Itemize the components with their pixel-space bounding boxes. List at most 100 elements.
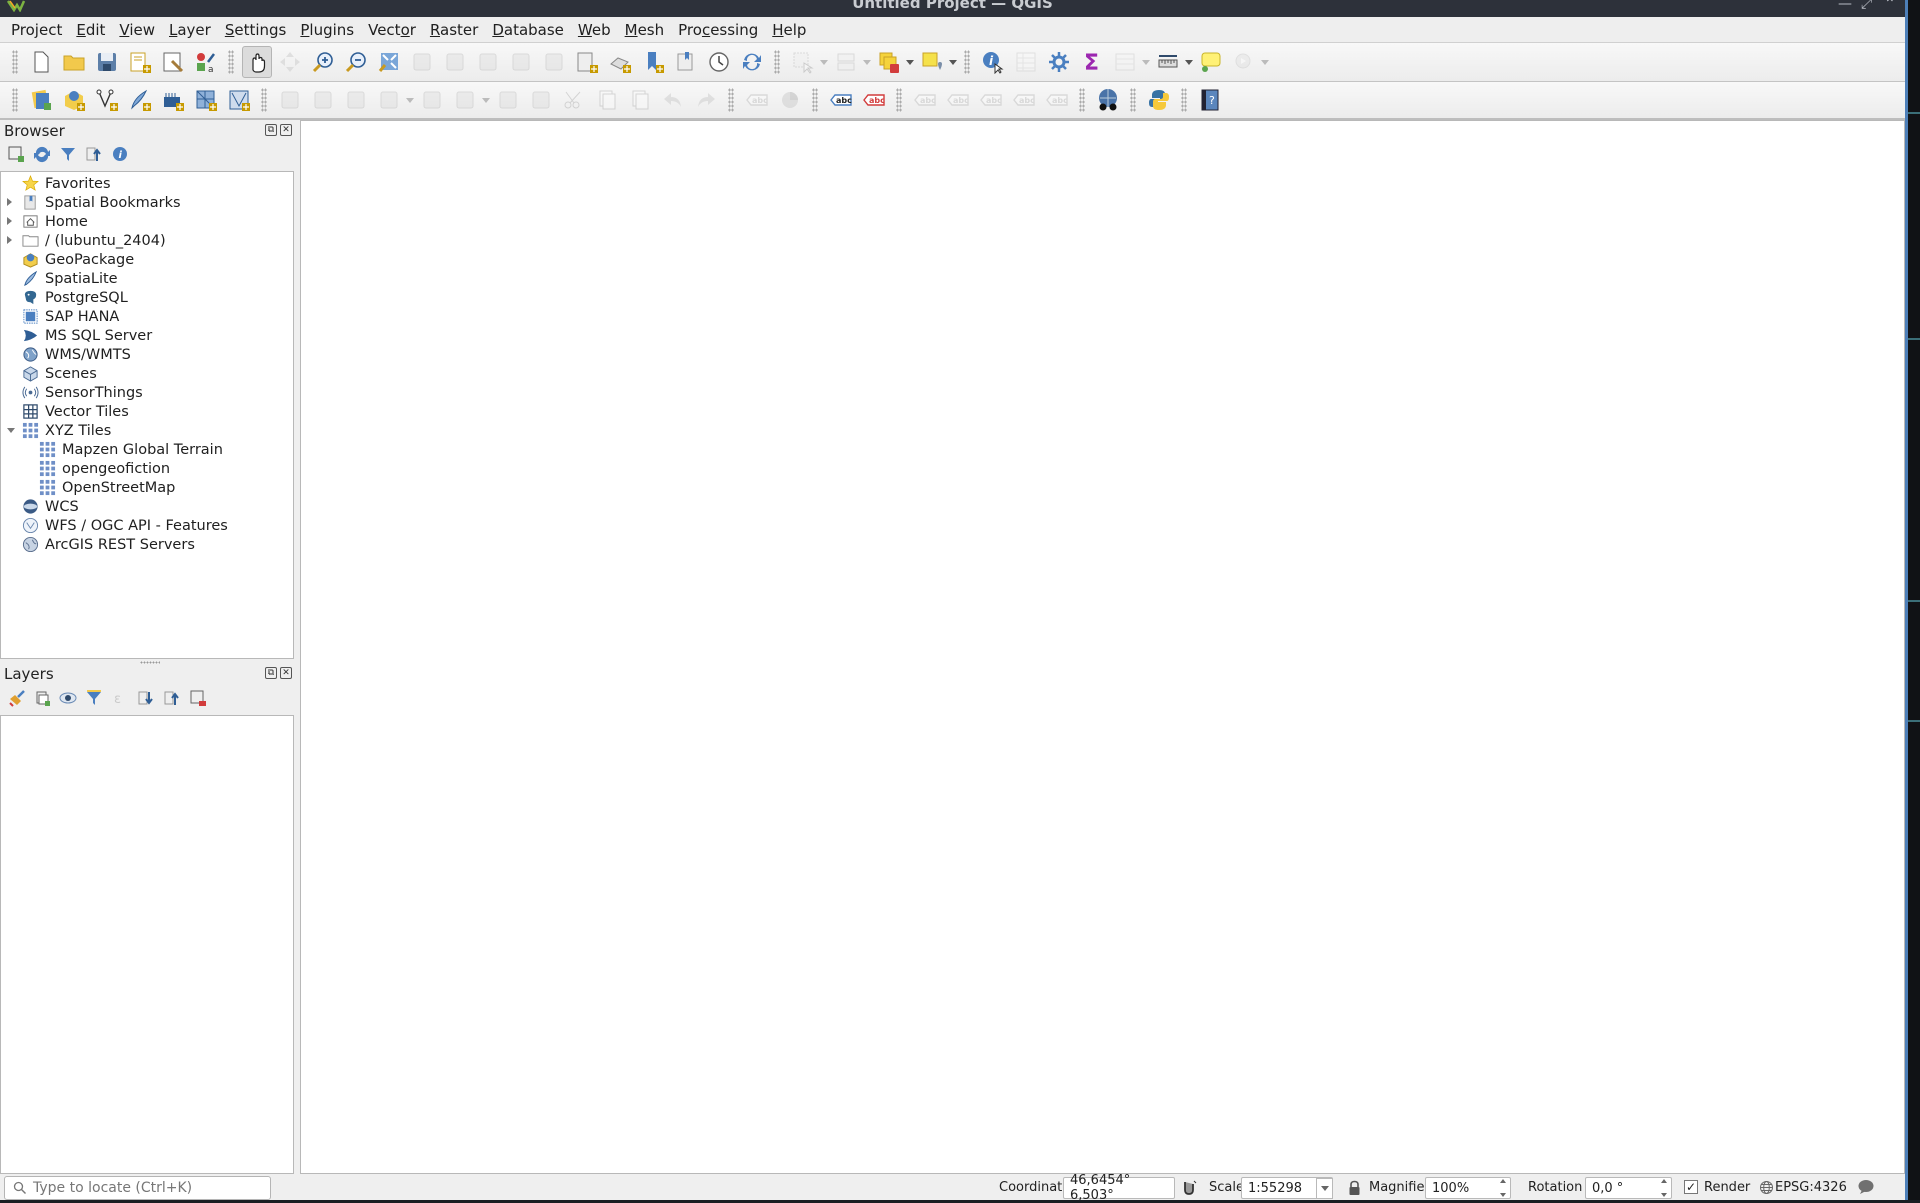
menu-settings[interactable]: Settings [218,21,294,39]
maximize-button[interactable]: ⤢ [1861,0,1872,12]
vertex-tool-button[interactable] [450,84,480,116]
help-button[interactable]: ? [1195,84,1225,116]
rotation-field[interactable]: 0,0 ° [1585,1177,1672,1199]
pan-button[interactable] [241,46,272,78]
menu-mesh[interactable]: Mesh [618,21,672,39]
label-toolbar-button[interactable]: abc [742,84,772,116]
refresh-button[interactable] [737,46,767,78]
new-3d-map-view-button[interactable] [605,46,635,78]
browser-item[interactable]: OpenStreetMap [38,478,175,497]
pin-labels-button[interactable]: abc [910,84,940,116]
add-selected-layers-button[interactable] [6,144,26,164]
browser-item[interactable]: WCS [21,497,79,516]
browser-item[interactable]: Vector Tiles [21,402,129,421]
manage-visibility-button[interactable] [58,688,78,708]
statistics-button[interactable]: Σ [1077,46,1107,78]
rotate-label-button[interactable]: abc [1009,84,1039,116]
digitize-button[interactable] [374,84,404,116]
browser-item[interactable]: Spatial Bookmarks [7,193,181,212]
dropdown-arrow-icon[interactable] [481,84,491,116]
processing-toolbox-button[interactable] [1044,46,1074,78]
toolbar-grip-handle[interactable] [1130,88,1136,112]
menu-vector[interactable]: Vector [361,21,423,39]
undo-button[interactable] [658,84,688,116]
layers-tree[interactable] [0,715,294,1174]
zoom-out-button[interactable] [341,46,371,78]
save-edits-button[interactable] [341,84,371,116]
dropdown-arrow-icon[interactable] [862,46,872,78]
magnifier-spinner[interactable] [1498,1179,1508,1197]
browser-item[interactable]: opengeofiction [38,459,170,478]
browser-item[interactable]: ArcGIS REST Servers [21,535,195,554]
toolbar-grip-handle[interactable] [1079,88,1085,112]
new-mesh-layer-button[interactable] [191,84,221,116]
zoom-full-button[interactable] [374,46,404,78]
minimize-button[interactable]: — [1838,0,1852,12]
crs-button[interactable]: EPSG:4326 [1775,1180,1847,1195]
browser-item[interactable]: WFS / OGC API - Features [21,516,228,535]
new-virtual-layer-button[interactable] [158,84,188,116]
toolbar-grip-handle[interactable] [896,88,902,112]
save-project-button[interactable] [92,46,122,78]
paste-button[interactable] [625,84,655,116]
toolbar-grip-handle[interactable] [261,88,267,112]
zoom-next-button[interactable] [539,46,569,78]
info-button[interactable]: i [110,144,130,164]
browser-item[interactable]: Favorites [21,174,111,193]
temporal-controller-button[interactable] [704,46,734,78]
close-panel-button[interactable]: ✕ [280,124,292,136]
browser-item[interactable]: SpatiaLite [21,269,118,288]
render-checkbox[interactable]: ✓ [1684,1180,1698,1194]
dropdown-arrow-icon[interactable] [905,46,915,78]
menu-web[interactable]: Web [571,21,618,39]
move-label-button[interactable]: abc [976,84,1006,116]
layout-manager-button[interactable] [158,46,188,78]
toolbar-grip-handle[interactable] [228,50,234,74]
style-manager-button[interactable]: a [191,46,221,78]
new-spatialite-layer-button[interactable] [125,84,155,116]
browser-item[interactable]: PostgreSQL [21,288,128,307]
browser-item[interactable]: XYZ Tiles [7,421,111,440]
toolbar-grip-handle[interactable] [964,50,970,74]
dropdown-arrow-icon[interactable] [405,84,415,116]
select-by-location-button[interactable] [917,46,947,78]
toggle-editing-button[interactable] [308,84,338,116]
select-features-button[interactable] [788,46,818,78]
expand-arrow-down-icon[interactable] [7,428,15,433]
filter-expression-button[interactable]: ε [110,688,130,708]
menu-plugins[interactable]: Plugins [293,21,361,39]
expand-arrow-right-icon[interactable] [7,217,12,225]
menu-database[interactable]: Database [485,21,571,39]
filter-legend-button[interactable] [84,688,104,708]
toolbar-grip-handle[interactable] [12,88,18,112]
browser-item[interactable]: GeoPackage [21,250,134,269]
menu-view[interactable]: View [112,21,162,39]
menu-processing[interactable]: Processing [671,21,765,39]
diagram-button[interactable] [775,84,805,116]
redo-button[interactable] [691,84,721,116]
change-label-button[interactable]: abc [1042,84,1072,116]
zoom-to-selection-button[interactable] [407,46,437,78]
modify-attributes-button[interactable] [493,84,523,116]
toolbar-grip-handle[interactable] [728,88,734,112]
new-shapefile-layer-button[interactable] [92,84,122,116]
new-vector-tile-button[interactable] [224,84,254,116]
coordinate-field[interactable]: 46,6454° 6,503° [1063,1173,1175,1203]
lock-scale-icon[interactable] [1348,1180,1361,1196]
toolbar-grip-handle[interactable] [774,50,780,74]
new-print-layout-button[interactable] [125,46,155,78]
open-layer-styling-button[interactable] [6,688,26,708]
float-panel-button[interactable]: ⧉ [265,667,277,679]
browser-item[interactable]: Scenes [21,364,97,383]
collapse-all-button[interactable] [84,144,104,164]
attribute-table-select-button[interactable] [831,46,861,78]
open-project-button[interactable] [59,46,89,78]
add-group-button[interactable] [32,688,52,708]
cut-button[interactable] [559,84,589,116]
menu-edit[interactable]: Edit [69,21,112,39]
zoom-to-layer-button[interactable] [440,46,470,78]
dropdown-arrow-icon[interactable] [819,46,829,78]
new-project-button[interactable] [26,46,56,78]
map-tips-button[interactable] [1196,46,1226,78]
messages-icon[interactable] [1857,1179,1875,1195]
